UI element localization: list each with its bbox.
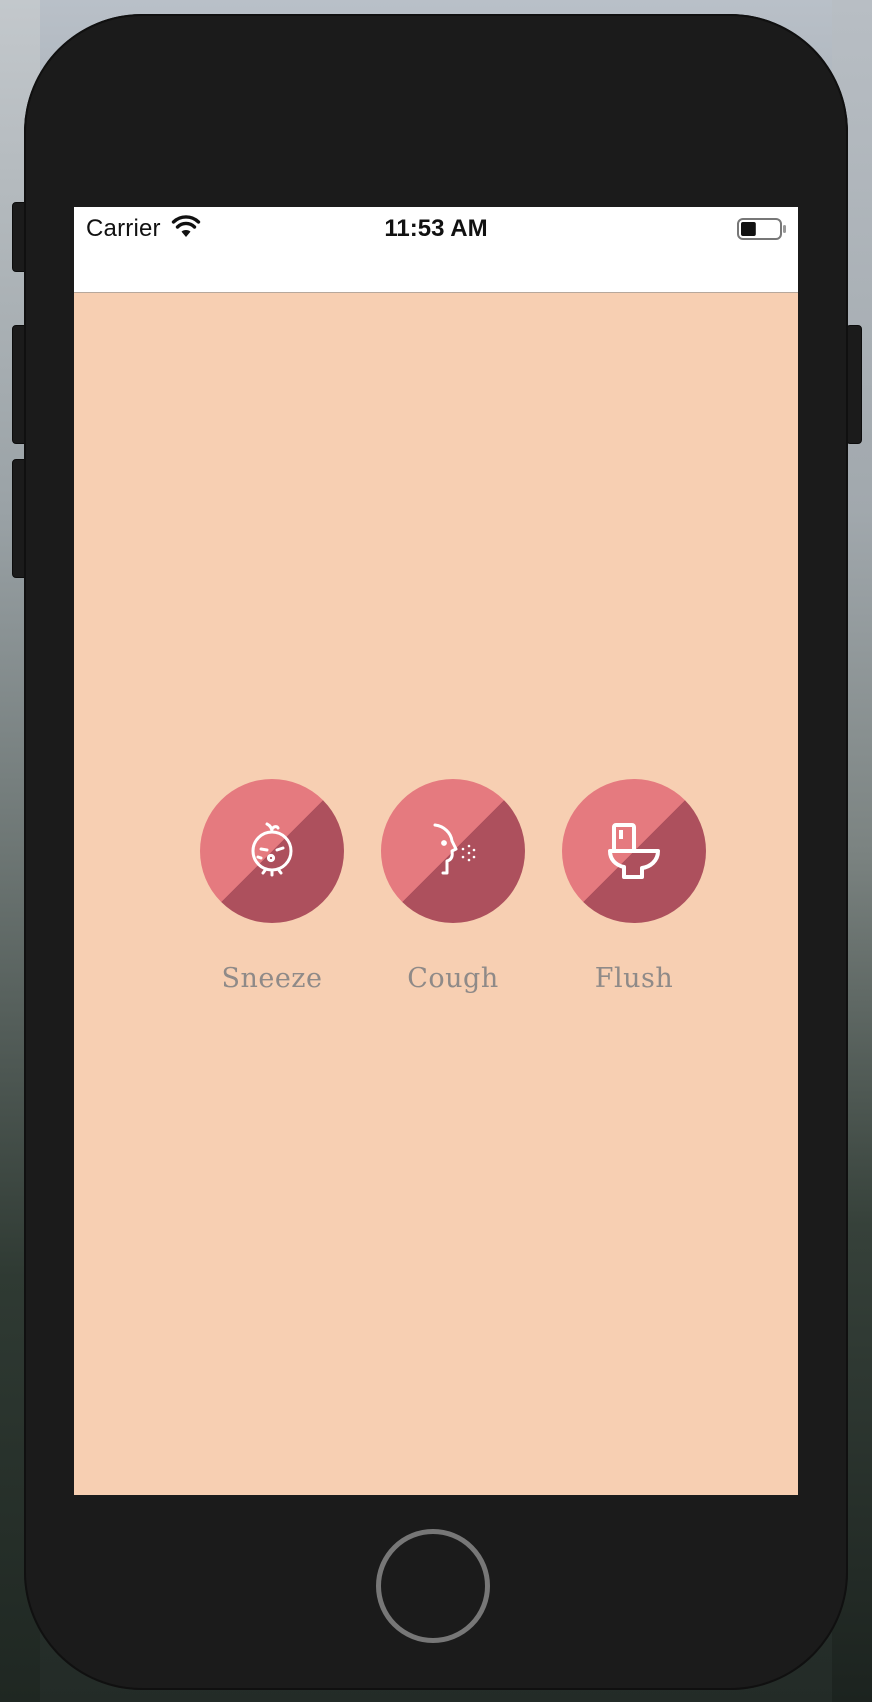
toilet-icon — [608, 823, 660, 879]
flush-action[interactable]: Flush — [544, 779, 724, 994]
action-row: Sneeze Cough Flush — [182, 779, 706, 1009]
status-bar: Carrier 11:53 AM — [74, 207, 798, 293]
cough-label: Cough — [407, 963, 499, 994]
home-button[interactable] — [376, 1529, 490, 1643]
status-time: 11:53 AM — [384, 215, 488, 242]
cough-profile-icon — [433, 823, 476, 875]
sneeze-label: Sneeze — [221, 963, 323, 994]
sneeze-button[interactable] — [200, 779, 344, 923]
app-screen: Carrier 11:53 AM Sneeze Cough Flush — [74, 207, 798, 1495]
battery-icon — [737, 218, 786, 240]
cough-action[interactable]: Cough — [363, 779, 543, 994]
sneeze-face-icon — [251, 822, 293, 877]
cough-button[interactable] — [381, 779, 525, 923]
flush-label: Flush — [594, 963, 674, 994]
sneeze-action[interactable]: Sneeze — [182, 779, 362, 994]
flush-button[interactable] — [562, 779, 706, 923]
power-button[interactable] — [846, 325, 862, 444]
